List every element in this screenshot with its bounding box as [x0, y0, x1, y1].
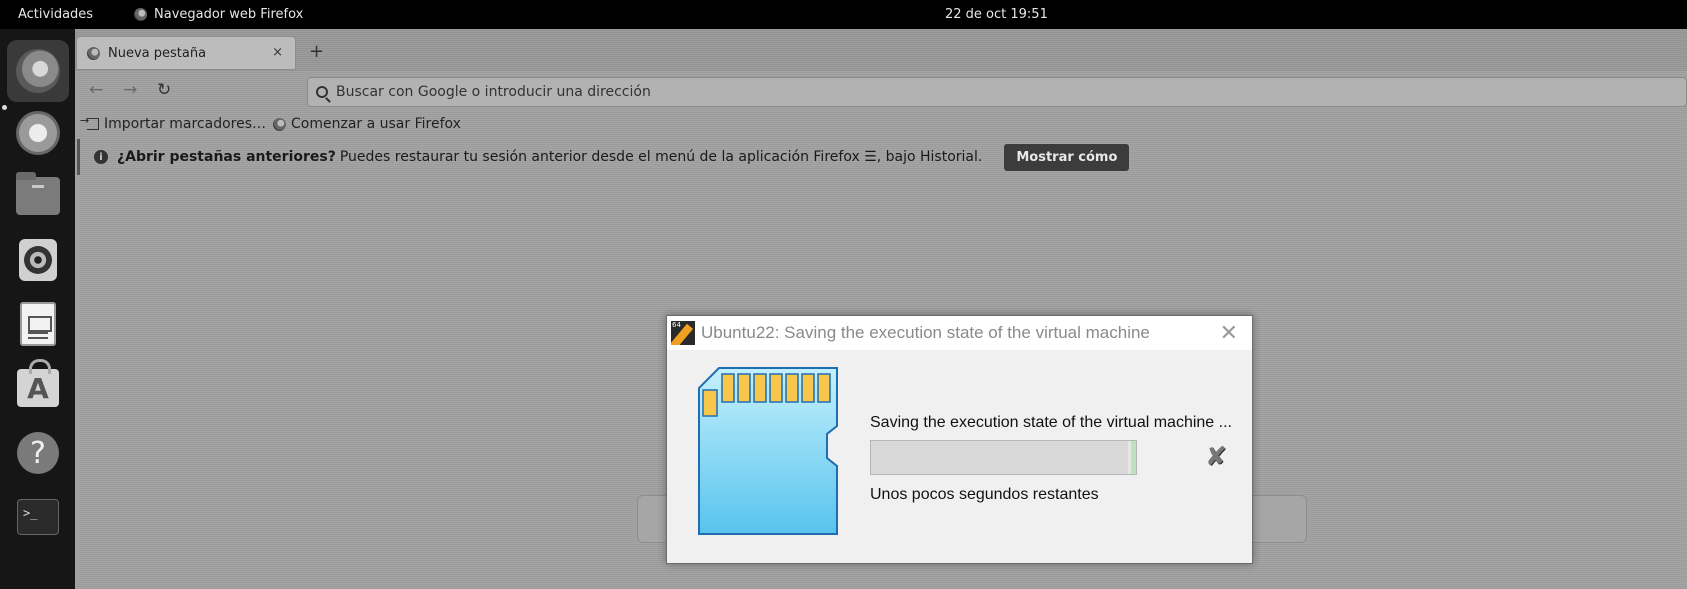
info-icon: i — [94, 150, 108, 164]
dock-files[interactable] — [7, 165, 69, 227]
software-store-icon: A — [17, 359, 59, 407]
progress-message: Saving the execution state of the virtua… — [870, 414, 1232, 431]
show-how-button[interactable]: Mostrar cómo — [1004, 143, 1130, 171]
nav-bar: ← → ↻ Buscar con Google o introducir una… — [75, 71, 1687, 111]
import-icon — [80, 114, 99, 130]
terminal-icon: >_ — [17, 499, 59, 535]
forward-button[interactable]: → — [123, 80, 137, 100]
dock-writer[interactable] — [7, 293, 69, 355]
tab-strip: Nueva pestaña × + — [75, 29, 1687, 71]
dock-terminal[interactable]: >_ — [7, 486, 69, 548]
save-state-dialog: Ubuntu22: Saving the execution state of … — [666, 315, 1253, 564]
activities-button[interactable]: Actividades — [18, 7, 93, 22]
progress-bar — [870, 440, 1137, 475]
clock[interactable]: 22 de oct 19:51 — [945, 7, 1048, 22]
time-remaining: Unos pocos segundos restantes — [870, 486, 1099, 503]
progress-fill — [871, 441, 1129, 474]
speaker-icon — [19, 239, 57, 281]
cancel-icon[interactable]: ✘ — [1205, 444, 1227, 470]
restore-session-notice: i ¿Abrir pestañas anteriores? Puedes res… — [77, 139, 1687, 175]
sd-card-icon — [698, 367, 838, 535]
document-viewer-icon — [20, 302, 56, 346]
app-menu[interactable]: Navegador web Firefox — [134, 7, 303, 22]
tab-title: Nueva pestaña — [108, 45, 207, 61]
dock-firefox[interactable] — [7, 40, 69, 102]
mail-icon — [16, 111, 60, 155]
app-name: Navegador web Firefox — [154, 7, 304, 22]
close-tab-icon[interactable]: × — [272, 45, 283, 60]
top-bar: Actividades Navegador web Firefox 22 de … — [0, 0, 1687, 29]
back-button[interactable]: ← — [89, 80, 103, 100]
help-icon: ? — [17, 432, 59, 474]
dock-help[interactable]: ? — [7, 422, 69, 484]
virtualbox-icon — [671, 321, 695, 345]
dock-software[interactable]: A — [7, 357, 69, 419]
notice-text: Puedes restaurar tu sesión anterior desd… — [339, 149, 983, 165]
files-icon — [16, 172, 60, 215]
bookmarks-toolbar: Importar marcadores… Comenzar a usar Fir… — [75, 111, 1687, 139]
url-bar[interactable]: Buscar con Google o introducir una direc… — [307, 77, 1687, 107]
new-tab-button[interactable]: + — [309, 41, 324, 62]
dock: A ? >_ — [0, 29, 75, 589]
bookmark-getting-started[interactable]: Comenzar a usar Firefox — [273, 116, 461, 132]
firefox-icon — [134, 8, 147, 21]
notice-title: ¿Abrir pestañas anteriores? — [117, 149, 336, 165]
bookmark-label: Comenzar a usar Firefox — [291, 116, 461, 132]
close-icon[interactable]: ✕ — [1220, 321, 1238, 346]
tab-new-tab[interactable]: Nueva pestaña × — [76, 36, 296, 70]
bookmark-label: Importar marcadores… — [104, 116, 266, 132]
reload-button[interactable]: ↻ — [157, 80, 171, 100]
dock-mail[interactable] — [7, 102, 69, 164]
url-placeholder: Buscar con Google o introducir una direc… — [336, 84, 651, 100]
search-icon — [316, 86, 328, 98]
dock-rhythmbox[interactable] — [7, 229, 69, 291]
firefox-icon — [16, 49, 60, 93]
bookmark-import[interactable]: Importar marcadores… — [80, 114, 266, 132]
firefox-icon — [273, 117, 286, 131]
firefox-icon — [87, 46, 100, 60]
dialog-title: Ubuntu22: Saving the execution state of … — [701, 323, 1150, 342]
dialog-titlebar: Ubuntu22: Saving the execution state of … — [667, 316, 1252, 350]
